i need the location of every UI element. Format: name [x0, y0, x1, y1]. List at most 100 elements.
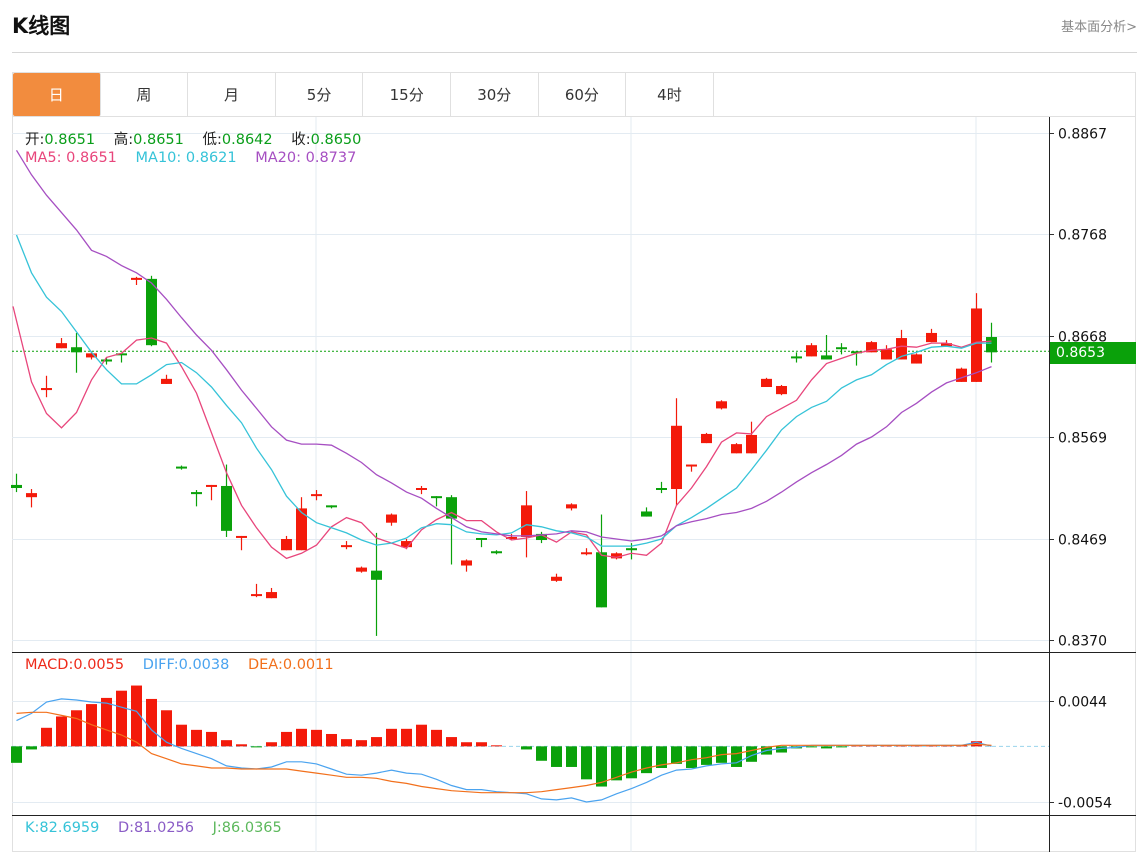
- close-label: 收:: [291, 132, 311, 148]
- candle-body: [731, 444, 742, 454]
- candle: [746, 421, 757, 454]
- d-label: D:: [117, 820, 135, 836]
- candle-body: [986, 337, 997, 353]
- candle: [881, 345, 892, 360]
- candle-body: [251, 594, 262, 597]
- candle: [836, 343, 847, 355]
- ma5-label: MA5:: [25, 150, 67, 166]
- macd-bar: [431, 729, 442, 747]
- macd-bar: [821, 746, 832, 749]
- macd-bar: [341, 739, 352, 747]
- macd-bar: [176, 724, 187, 747]
- candle: [761, 377, 772, 388]
- macd-bar: [311, 729, 322, 747]
- candle: [656, 481, 667, 494]
- candle: [791, 352, 802, 363]
- candle: [821, 334, 832, 360]
- low-label: 低:: [202, 132, 222, 148]
- ma10-line: [15, 234, 992, 547]
- candle: [41, 375, 52, 398]
- candle-body: [176, 466, 187, 469]
- candle-body: [236, 535, 247, 538]
- macd-bar: [701, 746, 712, 765]
- candle: [371, 532, 382, 636]
- macd-bar: [206, 731, 217, 747]
- candle: [731, 443, 742, 454]
- dea-value: 0.0011: [282, 657, 334, 673]
- candle: [806, 343, 817, 357]
- candle: [131, 276, 142, 285]
- candle-body: [206, 484, 217, 487]
- candle: [416, 485, 427, 495]
- candle-body: [356, 567, 367, 572]
- price-tick-label: 0.8768: [1058, 228, 1107, 244]
- candle-body: [761, 378, 772, 388]
- candle-body: [476, 537, 487, 540]
- candle-body: [56, 343, 67, 349]
- macd-bar: [476, 742, 487, 747]
- candle-body: [911, 354, 922, 364]
- candle: [641, 507, 652, 517]
- macd-legend: MACD:0.0055 DIFF:0.0038 DEA:0.0011: [25, 657, 334, 673]
- candle: [326, 505, 337, 509]
- candle-body: [191, 492, 202, 495]
- macd-bar: [356, 740, 367, 747]
- macd-bar: [161, 710, 172, 747]
- k-value: 82.6959: [39, 820, 100, 836]
- candle-body: [71, 347, 82, 353]
- macd-bar: [461, 742, 472, 747]
- macd-bar: [221, 740, 232, 747]
- candle-body: [566, 504, 577, 509]
- macd-bar: [266, 742, 277, 747]
- macd-bar: [401, 728, 412, 747]
- macd-bar: [116, 690, 127, 747]
- macd-bar: [416, 724, 427, 747]
- candle-body: [416, 488, 427, 491]
- macd-bar: [581, 746, 592, 780]
- j-label: J:: [212, 820, 222, 836]
- diff-value: 0.0038: [178, 657, 230, 673]
- ma-legend: MA5: 0.8651 MA10: 0.8621 MA20: 0.8737: [25, 150, 356, 166]
- ma20-label: MA20:: [255, 150, 306, 166]
- candle: [296, 497, 307, 551]
- candle-body: [656, 488, 667, 491]
- price-tick-label: 0.8569: [1058, 431, 1107, 447]
- macd-bar: [26, 746, 37, 750]
- high-label: 高:: [113, 132, 134, 148]
- macd-bar: [836, 746, 847, 748]
- k-label: K:: [25, 820, 40, 836]
- j-value: 86.0365: [221, 820, 282, 836]
- macd-bar: [671, 746, 682, 764]
- candle: [191, 490, 202, 507]
- candle: [551, 573, 562, 582]
- macd-tick-label: -0.0054: [1058, 796, 1112, 812]
- kdj-legend: K:82.6959 D:81.0256 J:86.0365: [25, 820, 282, 836]
- candle: [476, 537, 487, 548]
- candle-body: [596, 552, 607, 608]
- candle: [686, 464, 697, 472]
- candle: [56, 338, 67, 349]
- ma10-label: MA10:: [135, 150, 186, 166]
- candle: [596, 514, 607, 608]
- ma20-value: 0.8737: [305, 150, 357, 166]
- candle-body: [641, 511, 652, 517]
- candle: [581, 548, 592, 556]
- candle: [671, 398, 682, 506]
- open-label: 开:: [25, 132, 45, 148]
- macd-bar: [146, 698, 157, 747]
- ma10-value: 0.8621: [185, 150, 237, 166]
- candle-body: [821, 355, 832, 360]
- candle-body: [311, 494, 322, 497]
- candle: [341, 541, 352, 550]
- macd-bar: [326, 733, 337, 747]
- candle-body: [686, 464, 697, 467]
- candle-body: [881, 349, 892, 360]
- candle-body: [491, 551, 502, 554]
- candle: [701, 432, 712, 444]
- candle-body: [551, 576, 562, 581]
- candle-body: [701, 433, 712, 444]
- candle-body: [41, 388, 52, 391]
- ma5-value: 0.8651: [66, 150, 117, 166]
- candle: [161, 374, 172, 384]
- candle-body: [26, 493, 37, 498]
